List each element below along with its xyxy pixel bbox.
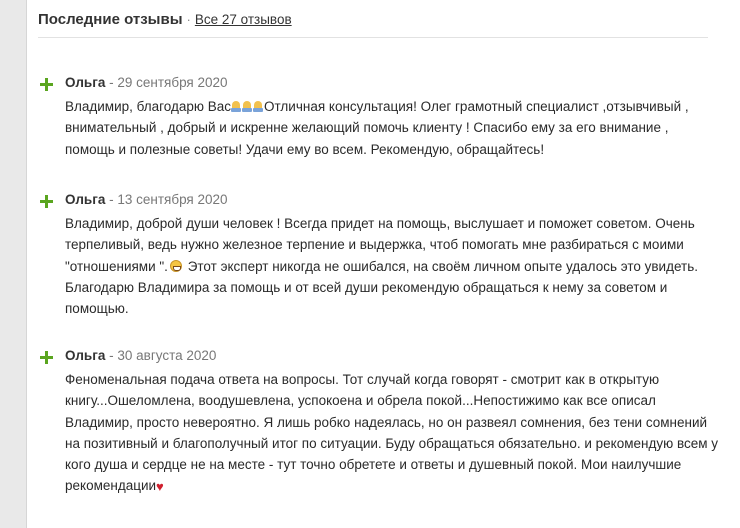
- meta-dash: -: [109, 348, 114, 363]
- review-date: 29 сентября 2020: [117, 75, 228, 90]
- review-date: 13 сентября 2020: [117, 192, 228, 207]
- header-divider: [38, 37, 708, 38]
- review-text: Владимир, доброй души человек ! Всегда п…: [65, 213, 720, 319]
- review-date: 30 августа 2020: [117, 348, 217, 363]
- meta-dash: -: [109, 75, 114, 90]
- review-text: Феноменальная подача ответа на вопросы. …: [65, 369, 720, 498]
- review-text-part: Владимир, благодарю Вас: [65, 99, 232, 114]
- positive-plus-icon: [40, 195, 53, 208]
- review-text: Владимир, благодарю Вас Отличная консульт…: [65, 96, 720, 160]
- review-meta: Ольга - 13 сентября 2020: [65, 192, 228, 207]
- positive-plus-icon: [40, 351, 53, 364]
- positive-plus-icon: [40, 78, 53, 91]
- folded-hands-icon: [253, 100, 264, 112]
- meta-dash: -: [109, 192, 114, 207]
- review-author[interactable]: Ольга: [65, 348, 105, 363]
- review-meta: Ольга - 30 августа 2020: [65, 348, 216, 363]
- review-text-part: Феноменальная подача ответа на вопросы. …: [65, 372, 719, 494]
- red-heart-icon: ♥: [156, 479, 164, 495]
- folded-hands-icon: [242, 100, 253, 112]
- review-meta: Ольга - 29 сентября 2020: [65, 75, 228, 90]
- grinning-face-icon: [169, 259, 182, 272]
- reviews-title: Последние отзывы: [38, 11, 183, 28]
- folded-hands-icon: [231, 100, 242, 112]
- header-separator: ·: [186, 12, 191, 27]
- all-reviews-link[interactable]: Все 27 отзывов: [195, 12, 292, 27]
- reviews-header: Последние отзывы · Все 27 отзывов: [38, 11, 292, 33]
- review-author[interactable]: Ольга: [65, 75, 105, 90]
- review-author[interactable]: Ольга: [65, 192, 105, 207]
